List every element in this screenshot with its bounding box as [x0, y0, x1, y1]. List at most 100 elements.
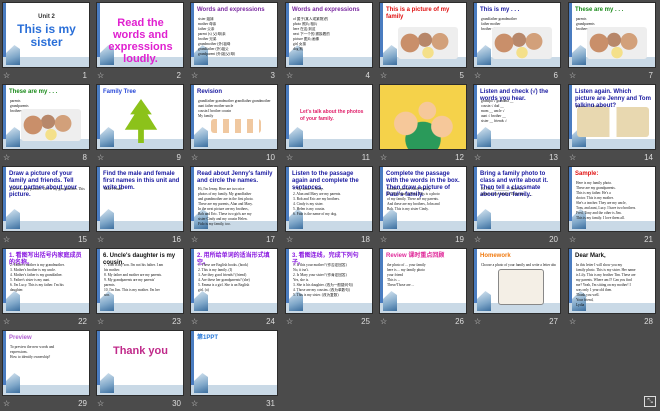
slide-thumbnail-cell: ☆ 12 — [380, 85, 466, 165]
slide-thumbnail-cell: Read the words and expressions loudly. ☆ 2 — [97, 3, 183, 83]
star-icon[interactable]: ☆ — [97, 317, 104, 326]
star-icon[interactable]: ☆ — [286, 317, 293, 326]
star-icon[interactable]: ☆ — [474, 71, 481, 80]
slide-thumbnail-cell: Bring a family photo to class and write … — [474, 167, 560, 247]
slide-view-icon[interactable]: ⤡ — [644, 396, 656, 407]
slide-thumbnail[interactable]: Review 课时重点回顾 the photo of ... your famil… — [380, 249, 466, 313]
building-graphic — [6, 209, 20, 229]
star-icon[interactable]: ☆ — [3, 71, 10, 80]
building-graphic — [477, 291, 491, 311]
slide-thumbnail[interactable]: These are my . . . parents grandparents bro… — [569, 3, 655, 67]
star-icon[interactable]: ☆ — [286, 153, 293, 162]
slide-thumbnail[interactable]: Complete the passage with the words in t… — [380, 167, 466, 231]
slide-meta: ☆ 28 — [569, 317, 655, 327]
star-icon[interactable]: ☆ — [191, 71, 198, 80]
slide-body-line: photo of my family. These are ____ — [481, 192, 533, 196]
slide-body-line: Fido is my family, too. — [198, 222, 231, 226]
slide-body-line: Male Female — [104, 187, 123, 191]
slide-thumbnail[interactable]: Bring a family photo to class and write … — [474, 167, 560, 231]
slide-thumbnail[interactable]: 3. 看图连线，完成下列句子。 1. Is this your mother? (… — [286, 249, 372, 313]
slide-thumbnail[interactable]: These are my . . . parents grandparents bro… — [3, 85, 89, 149]
slide-thumbnail-cell: Sample: Here is my family photo. These are… — [569, 167, 655, 247]
star-icon[interactable]: ☆ — [380, 317, 387, 326]
star-icon[interactable]: ☆ — [3, 153, 10, 162]
slide-meta: ☆ 21 — [569, 235, 655, 245]
star-icon[interactable]: ☆ — [286, 235, 293, 244]
star-icon[interactable]: ☆ — [97, 399, 104, 408]
slide-body: Hi, I'm Jenny. Here are two nice photos o… — [198, 187, 273, 227]
slide-title: These are my . . . — [575, 7, 624, 13]
star-icon[interactable]: ☆ — [380, 153, 387, 162]
slide-body: 2. Father's mother is my grandmother. 3. … — [10, 263, 85, 293]
slide-thumbnail[interactable]: Family Tree — [97, 85, 183, 149]
slide-thumbnail-cell: Dear Mark, In this letter I will show you… — [569, 249, 655, 329]
star-icon[interactable]: ☆ — [474, 235, 481, 244]
slide-thumbnail[interactable]: Read the words and expressions loudly. — [97, 3, 183, 67]
slide-thumbnail[interactable]: 第1PPT — [191, 331, 277, 395]
slide-thumbnail[interactable]: 1. 看图写出括号内家庭成员的名称。 2. Father's mother is … — [3, 249, 89, 313]
star-icon[interactable]: ☆ — [380, 235, 387, 244]
slide-thumbnail[interactable]: Preview To preview the new words and expre… — [3, 331, 89, 395]
slide-thumbnail[interactable]: Words and expressions of 属于(某人或某物)的 photo … — [286, 3, 372, 67]
slide-number: 21 — [644, 235, 653, 244]
slide-thumbnail[interactable]: This is a picture of my family — [380, 3, 466, 67]
slide-number: 7 — [648, 71, 653, 80]
slide-meta: ☆ 25 — [286, 317, 372, 327]
slide-thumbnail[interactable]: Sample: Here is my family photo. These are… — [569, 167, 655, 231]
slide-number: 24 — [266, 317, 275, 326]
slide-number: 28 — [644, 317, 653, 326]
slide-thumbnail[interactable]: Read about Jenny's family and circle the… — [191, 167, 277, 231]
slide-thumbnail[interactable]: Thank you — [97, 331, 183, 395]
slide-thumbnail[interactable]: Unit 2 This is my sister — [3, 3, 89, 67]
building-graphic — [194, 291, 208, 311]
slide-thumbnail-cell: Complete the passage with the words in t… — [380, 167, 466, 247]
star-icon[interactable]: ☆ — [569, 153, 576, 162]
star-icon[interactable]: ☆ — [3, 317, 10, 326]
slide-meta: ☆ 27 — [474, 317, 560, 327]
star-icon[interactable]: ☆ — [97, 153, 104, 162]
slide-thumbnail[interactable]: Dear Mark, In this letter I will show you… — [569, 249, 655, 313]
slide-thumbnail-cell: Read about Jenny's family and circle the… — [191, 167, 277, 247]
slide-thumbnail[interactable]: Find the male and female first names in … — [97, 167, 183, 231]
slide-number: 9 — [176, 153, 181, 162]
slide-thumbnail[interactable]: Listen and check (√) the words you hear.… — [474, 85, 560, 149]
slide-meta: ☆ 7 — [569, 71, 655, 81]
slide-body-line: 5. This is my sister. (改为复数) — [293, 293, 339, 297]
slide-meta: ☆ 24 — [191, 317, 277, 327]
star-icon[interactable]: ☆ — [191, 399, 198, 408]
slide-number: 5 — [459, 71, 464, 80]
slide-thumbnail[interactable] — [380, 85, 466, 149]
slide-thumbnail[interactable]: Words and expressions sister 姐妹 mother 母亲 f… — [191, 3, 277, 67]
slide-thumbnail[interactable]: Let's talk about the photos of your fami… — [286, 85, 372, 149]
star-icon[interactable]: ☆ — [569, 317, 576, 326]
slide-thumbnail[interactable]: 6. Uncle's daughter is my cousin. 7. Tom … — [97, 249, 183, 313]
family-picture — [492, 27, 552, 59]
slide-thumbnail[interactable]: This is my . . . grandfather grandmother f… — [474, 3, 560, 67]
slide-number: 30 — [172, 399, 181, 408]
slide-meta: ☆ 4 — [286, 71, 372, 81]
star-icon[interactable]: ☆ — [474, 317, 481, 326]
star-icon[interactable]: ☆ — [569, 71, 576, 80]
slide-thumbnail[interactable]: Draw a picture of your family and friend… — [3, 167, 89, 231]
slide-meta: ☆ 9 — [97, 153, 183, 163]
slide-thumbnail[interactable]: Listen again. Which picture are Jenny an… — [569, 85, 655, 149]
slide-thumbnail[interactable]: 2. 用所给单词的适当形式填空。 1. These are English boo… — [191, 249, 277, 313]
slide-thumbnail[interactable]: Revision grandfather grandmother grandfat… — [191, 85, 277, 149]
star-icon[interactable]: ☆ — [191, 317, 198, 326]
star-icon[interactable]: ☆ — [569, 235, 576, 244]
star-icon[interactable]: ☆ — [3, 235, 10, 244]
star-icon[interactable]: ☆ — [97, 71, 104, 80]
star-icon[interactable]: ☆ — [191, 153, 198, 162]
star-icon[interactable]: ☆ — [3, 399, 10, 408]
slide-thumbnail[interactable]: Homework Choose a photo of your family an… — [474, 249, 560, 313]
building-graphic — [194, 373, 208, 393]
slide-title: These are my . . . — [9, 89, 58, 95]
star-icon[interactable]: ☆ — [380, 71, 387, 80]
star-icon[interactable]: ☆ — [474, 153, 481, 162]
slide-thumbnail[interactable]: Listen to the passage again and complete… — [286, 167, 372, 231]
slide-body: 1. These are English books. (book) 2. Thi… — [198, 263, 273, 293]
slide-title: 第1PPT — [197, 335, 219, 341]
star-icon[interactable]: ☆ — [191, 235, 198, 244]
star-icon[interactable]: ☆ — [97, 235, 104, 244]
star-icon[interactable]: ☆ — [286, 71, 293, 80]
